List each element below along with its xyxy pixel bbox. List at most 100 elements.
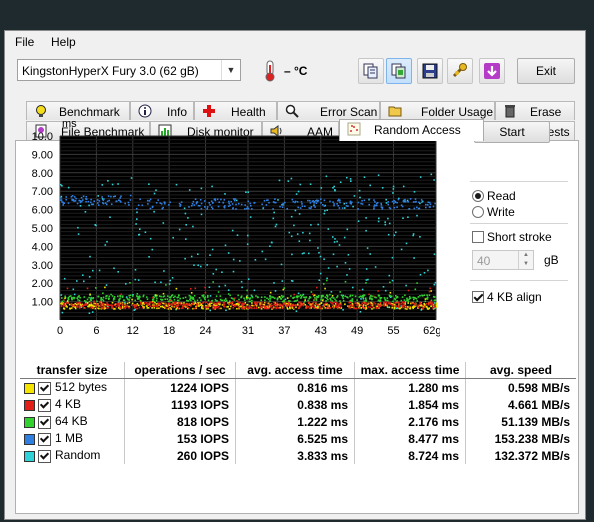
data-point bbox=[391, 256, 394, 259]
data-point bbox=[309, 202, 312, 204]
data-point bbox=[228, 308, 231, 310]
drive-select[interactable]: KingstonHyperX Fury 3.0 (62 gB) ▼ bbox=[17, 59, 241, 81]
data-point bbox=[238, 302, 241, 304]
tab-random-access[interactable]: Random Access bbox=[339, 119, 484, 141]
tools-button[interactable] bbox=[447, 58, 473, 84]
copy-info-button[interactable] bbox=[358, 58, 384, 84]
data-point bbox=[67, 298, 70, 300]
data-point bbox=[276, 299, 279, 301]
data-point bbox=[256, 307, 258, 309]
data-point bbox=[141, 204, 144, 207]
copy-screen-button[interactable] bbox=[386, 58, 412, 84]
chevron-up-icon[interactable]: ▲ bbox=[518, 251, 533, 260]
data-point bbox=[231, 301, 234, 303]
data-point bbox=[339, 181, 342, 183]
data-point bbox=[90, 302, 92, 304]
size-cell: 1 MB bbox=[20, 430, 125, 447]
data-point bbox=[307, 306, 310, 308]
data-point bbox=[421, 201, 423, 204]
data-point bbox=[222, 201, 224, 204]
data-point bbox=[101, 307, 103, 309]
data-point bbox=[235, 208, 237, 210]
col-avg-speed: avg. speed bbox=[465, 362, 576, 379]
data-point bbox=[278, 303, 281, 306]
stroke-size-stepper[interactable]: 40 ▲ ▼ bbox=[472, 250, 534, 270]
data-point bbox=[279, 205, 281, 208]
data-point bbox=[409, 198, 412, 200]
y-tick-label: 1.00 bbox=[32, 297, 53, 309]
data-point bbox=[207, 299, 210, 302]
data-point bbox=[136, 307, 138, 310]
menu-help[interactable]: Help bbox=[51, 35, 76, 49]
data-point bbox=[216, 300, 218, 302]
data-point bbox=[417, 296, 420, 298]
data-point bbox=[124, 202, 126, 205]
data-point bbox=[151, 248, 154, 251]
data-point bbox=[191, 298, 194, 300]
short-stroke-checkbox[interactable] bbox=[472, 231, 484, 243]
data-point bbox=[155, 299, 158, 302]
menu-file[interactable]: File bbox=[15, 35, 34, 49]
data-point bbox=[220, 307, 222, 310]
download-button[interactable] bbox=[479, 58, 505, 84]
data-point bbox=[84, 211, 87, 213]
data-point bbox=[161, 298, 164, 301]
data-point bbox=[88, 304, 90, 307]
write-radio[interactable] bbox=[472, 206, 484, 218]
data-point bbox=[185, 238, 187, 240]
data-point bbox=[434, 281, 437, 284]
data-point bbox=[350, 180, 352, 182]
data-point bbox=[318, 295, 320, 297]
data-point bbox=[229, 204, 231, 207]
align-4kb-checkbox[interactable] bbox=[472, 291, 484, 303]
data-point bbox=[296, 233, 299, 235]
data-point bbox=[427, 308, 430, 310]
data-point bbox=[86, 287, 89, 290]
data-point bbox=[426, 204, 429, 206]
tab-erase[interactable]: Erase bbox=[495, 101, 575, 120]
data-point bbox=[315, 296, 318, 298]
data-point bbox=[334, 238, 336, 240]
data-point bbox=[245, 191, 247, 193]
chevron-down-icon[interactable]: ▼ bbox=[221, 60, 240, 80]
start-button[interactable]: Start bbox=[474, 121, 550, 143]
data-point bbox=[392, 300, 394, 303]
data-point bbox=[309, 199, 311, 202]
exit-button[interactable]: Exit bbox=[517, 58, 575, 84]
data-point bbox=[329, 297, 331, 300]
data-point bbox=[324, 304, 326, 307]
data-point bbox=[309, 296, 311, 298]
data-point bbox=[246, 298, 248, 300]
data-point bbox=[393, 303, 396, 306]
data-point bbox=[253, 307, 255, 309]
data-point bbox=[297, 295, 299, 298]
data-point bbox=[90, 296, 93, 299]
data-point bbox=[379, 302, 382, 304]
data-point bbox=[117, 302, 120, 305]
series-checkbox[interactable] bbox=[38, 415, 51, 429]
data-point bbox=[229, 294, 231, 297]
size-label: 1 MB bbox=[55, 431, 84, 446]
data-point bbox=[422, 304, 424, 307]
data-point bbox=[292, 200, 295, 203]
series-checkbox[interactable] bbox=[38, 449, 51, 463]
data-point bbox=[329, 293, 331, 296]
data-point bbox=[165, 284, 167, 286]
series-checkbox[interactable] bbox=[38, 381, 51, 395]
series-checkbox[interactable] bbox=[38, 398, 51, 412]
data-point bbox=[264, 302, 267, 304]
data-point bbox=[97, 195, 99, 197]
save-button[interactable] bbox=[417, 58, 443, 84]
data-point bbox=[324, 296, 327, 298]
read-radio[interactable] bbox=[472, 190, 484, 202]
data-point bbox=[63, 277, 66, 280]
data-point bbox=[310, 206, 313, 208]
data-point bbox=[128, 204, 130, 206]
data-point bbox=[153, 210, 155, 213]
data-point bbox=[137, 304, 140, 307]
data-point bbox=[93, 301, 95, 304]
series-checkbox[interactable] bbox=[38, 432, 51, 446]
chevron-down-icon[interactable]: ▼ bbox=[518, 260, 533, 269]
data-point bbox=[161, 207, 164, 210]
data-point bbox=[320, 198, 322, 200]
